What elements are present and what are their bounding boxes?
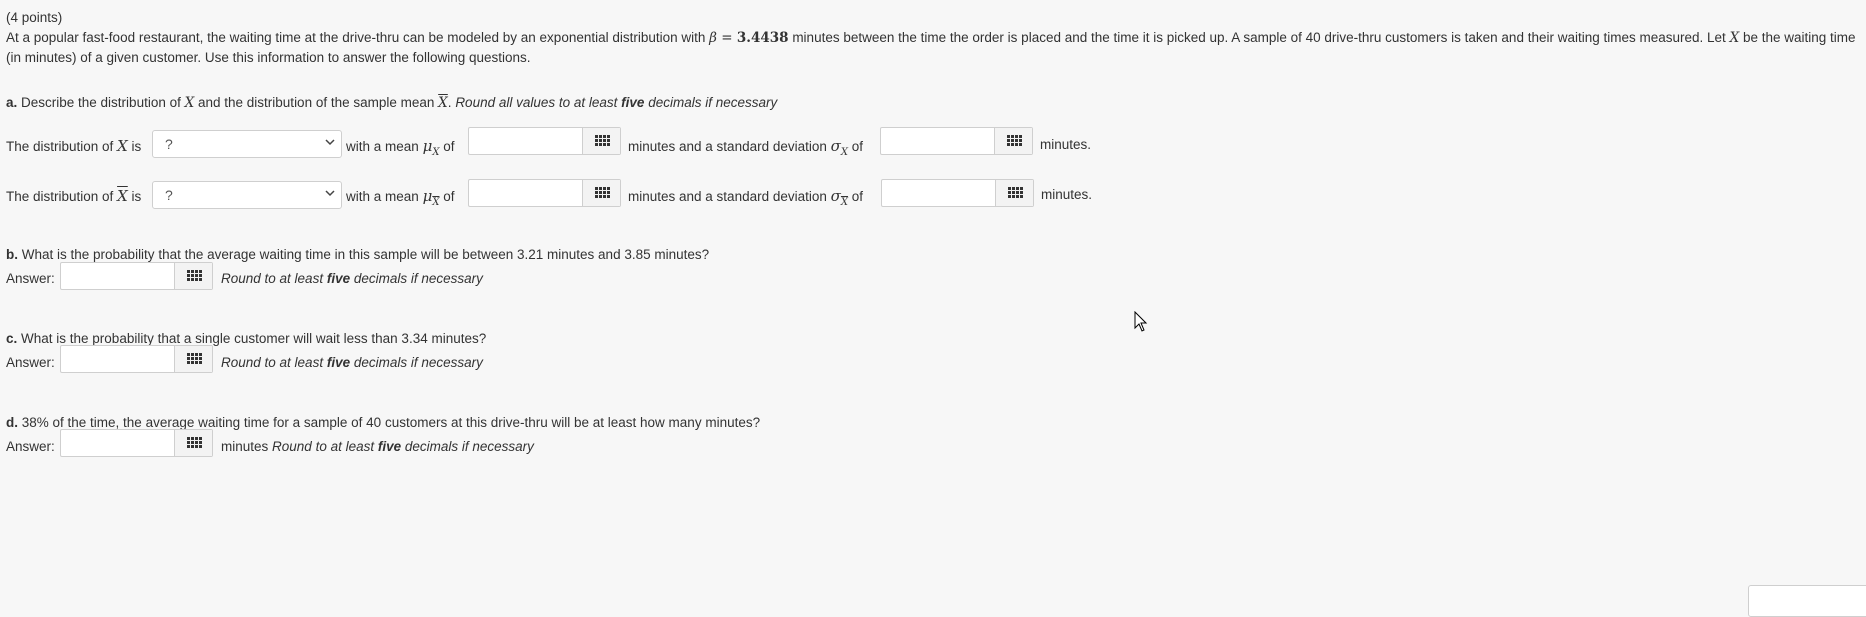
var-x: X [1729,30,1740,46]
part-b-answer-input[interactable] [60,261,213,290]
row1-sd-label: minutes and a standard deviation σX of [628,137,864,158]
row2-prefix: The distribution of X is [6,187,142,205]
problem-intro: At a popular fast-food restaurant, the w… [6,28,1856,68]
part-d-unit-note: minutes Round to at least five decimals … [221,439,534,454]
part-a-label: a. [6,95,18,110]
row1-end-label: minutes. [1040,137,1092,152]
grid-calculator-icon [595,186,610,198]
mean-x-input[interactable] [468,127,621,156]
part-c-answer-input[interactable] [60,345,213,374]
equals-sign: = [716,30,737,46]
part-d-answer-input[interactable] [60,429,213,458]
row2-end-label: minutes. [1041,187,1093,202]
calculator-button[interactable] [174,346,212,373]
calculator-button[interactable] [994,128,1032,155]
part-a-text-2: and the distribution of the sample mean [194,95,435,110]
part-c-answer-label: Answer: [6,355,55,370]
calculator-button[interactable] [582,128,620,155]
mouse-cursor-icon [1134,311,1148,332]
intro-text-2: minutes between the time the order is pl… [788,30,1726,45]
calculator-button[interactable] [582,179,620,206]
grid-calculator-icon [187,269,202,281]
part-c-question: c. What is the probability that a single… [6,331,487,346]
part-d-answer-label: Answer: [6,439,55,454]
select-value: ? [165,187,173,203]
sd-x-input[interactable] [880,127,1033,156]
intro-text-1: At a popular fast-food restaurant, the w… [6,30,706,45]
part-b-round-note: Round to at least five decimals if neces… [221,271,483,286]
distribution-x-select[interactable]: ? [152,130,342,158]
select-value: ? [165,136,173,152]
grid-calculator-icon [1008,186,1023,198]
beta-symbol: β [709,30,717,46]
row2-mean-label: with a mean μX of [346,187,455,208]
var-x: X [184,95,195,111]
chevron-down-icon [325,190,335,197]
distribution-xbar-select[interactable]: ? [152,181,342,209]
beta-value: 3.4438 [736,30,789,46]
grid-calculator-icon [187,353,202,365]
chevron-down-icon [325,139,335,146]
mean-xbar-input[interactable] [468,178,621,207]
part-c-round-note: Round to at least five decimals if neces… [221,355,483,370]
part-b-question: b. What is the probability that the aver… [6,247,710,262]
row1-mean-label: with a mean μX of [346,137,455,158]
part-b-answer-label: Answer: [6,271,55,286]
var-xbar: X [438,95,448,111]
calculator-button[interactable] [995,179,1033,206]
points-label: (4 points) [6,10,63,25]
part-d-question: d. 38% of the time, the average waiting … [6,415,761,430]
part-a-question: a. Describe the distribution of X and th… [6,95,777,111]
calculator-button[interactable] [174,262,212,289]
part-a-round-note: Round all values to at least five decima… [455,95,778,110]
row2-sd-label: minutes and a standard deviation σX of [628,187,864,208]
bottom-right-button[interactable] [1748,585,1866,617]
grid-calculator-icon [1007,135,1022,147]
grid-calculator-icon [595,135,610,147]
calculator-button[interactable] [174,430,212,457]
part-a-text-1: Describe the distribution of [17,95,181,110]
row1-prefix: The distribution of X is [6,137,142,155]
grid-calculator-icon [187,437,202,449]
sd-xbar-input[interactable] [881,178,1034,207]
